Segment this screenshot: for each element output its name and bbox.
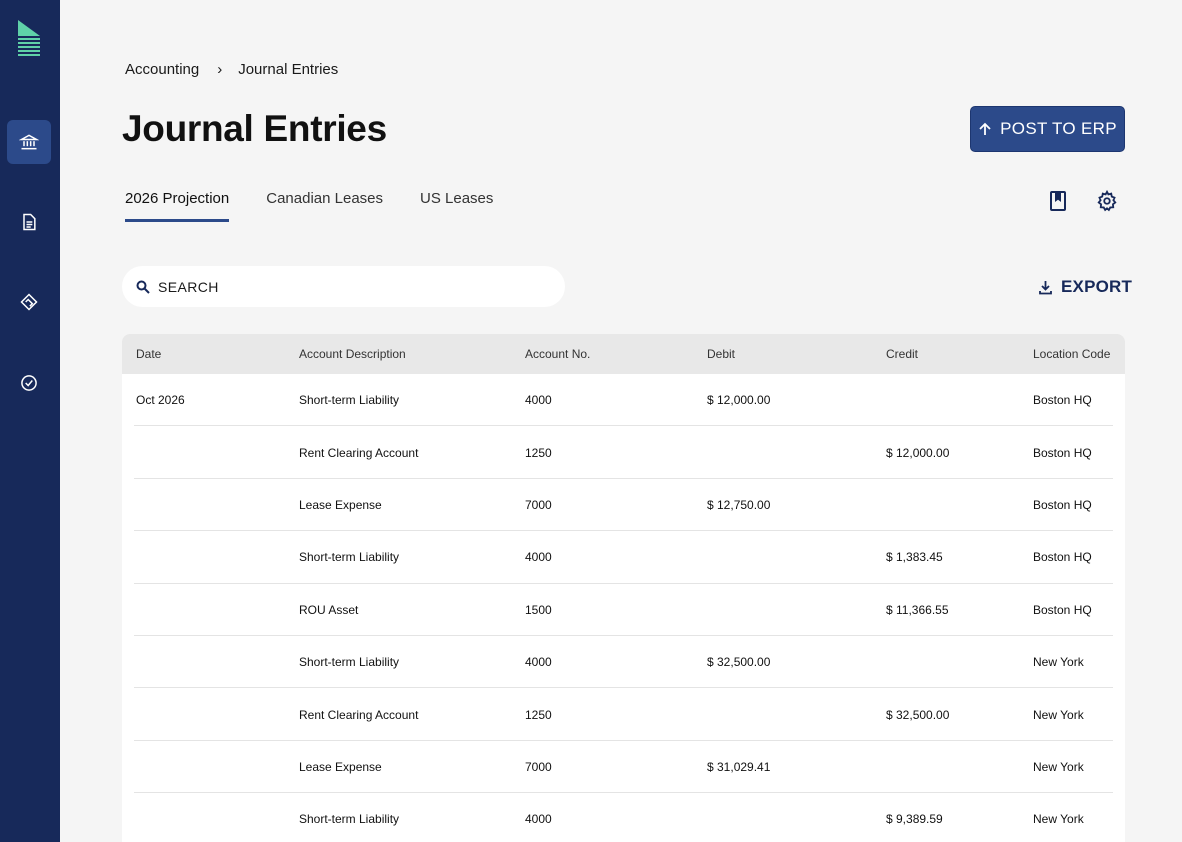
table-row[interactable]: Short-term Liability 4000 $ 9,389.59 New… — [122, 793, 1125, 842]
cell-account-description: Lease Expense — [299, 759, 382, 774]
cell-location-code: New York — [1033, 812, 1084, 827]
cell-account-no: 4000 — [525, 812, 552, 827]
search-icon — [136, 280, 150, 294]
cell-location-code: Boston HQ — [1033, 602, 1092, 617]
header-location-code[interactable]: Location Code — [1033, 347, 1110, 361]
table-row[interactable]: Short-term Liability 4000 $ 1,383.45 Bos… — [122, 531, 1125, 584]
cell-debit: $ 12,750.00 — [707, 497, 771, 512]
logo-icon — [18, 20, 40, 56]
book-icon — [1050, 191, 1066, 211]
table-row[interactable]: Oct 2026 Short-term Liability 4000 $ 12,… — [122, 374, 1125, 427]
search-box — [122, 266, 565, 307]
check-circle-icon — [21, 375, 37, 391]
arrow-up-icon — [979, 122, 991, 135]
table-row[interactable]: Short-term Liability 4000 $ 32,500.00 Ne… — [122, 636, 1125, 689]
cell-account-description: Short-term Liability — [299, 393, 400, 408]
tab-bar: 2026 Projection Canadian Leases US Lease… — [125, 190, 530, 222]
post-to-erp-label: POST TO ERP — [1000, 119, 1117, 138]
cell-account-description: Short-term Liability — [299, 550, 400, 565]
sidebar-item-leases[interactable] — [7, 280, 51, 324]
header-account-description[interactable]: Account Description — [299, 347, 406, 361]
cell-account-description: Lease Expense — [299, 497, 382, 512]
document-icon — [23, 213, 36, 231]
cell-account-no: 7000 — [525, 759, 552, 774]
settings-button[interactable] — [1094, 188, 1120, 214]
breadcrumb-separator: › — [217, 61, 223, 78]
bank-icon — [19, 134, 39, 150]
table-row[interactable]: Rent Clearing Account 1250 $ 12,000.00 B… — [122, 426, 1125, 480]
cell-account-description: Rent Clearing Account — [299, 707, 419, 722]
cell-location-code: New York — [1033, 655, 1084, 670]
table-row[interactable]: ROU Asset 1500 $ 11,366.55 Boston HQ — [122, 584, 1125, 637]
header-date[interactable]: Date — [136, 347, 161, 361]
cell-location-code: New York — [1033, 707, 1084, 722]
cell-account-description: ROU Asset — [299, 602, 359, 617]
header-credit[interactable]: Credit — [886, 347, 918, 361]
export-label: EXPORT — [1061, 277, 1133, 296]
cell-account-description: Short-term Liability — [299, 655, 400, 670]
cell-credit: $ 9,389.59 — [886, 812, 943, 827]
table-body: Oct 2026 Short-term Liability 4000 $ 12,… — [122, 374, 1125, 842]
cell-location-code: Boston HQ — [1033, 445, 1092, 460]
page-title: Journal Entries — [122, 108, 387, 149]
breadcrumb-current: Journal Entries — [238, 61, 339, 78]
export-button[interactable]: EXPORT — [1038, 277, 1132, 297]
table-row[interactable]: Lease Expense 7000 $ 31,029.41 New York — [122, 741, 1125, 794]
breadcrumb-accounting[interactable]: Accounting — [125, 61, 199, 78]
cell-account-no: 4000 — [525, 550, 552, 565]
handshake-icon — [20, 293, 38, 311]
sidebar-item-documents[interactable] — [7, 200, 51, 244]
gear-icon — [1097, 190, 1117, 212]
table-row[interactable]: Rent Clearing Account 1250 $ 32,500.00 N… — [122, 688, 1125, 742]
cell-account-no: 4000 — [525, 655, 552, 670]
cell-account-no: 7000 — [525, 497, 552, 512]
cell-credit: $ 1,383.45 — [886, 550, 943, 565]
cell-debit: $ 12,000.00 — [707, 393, 771, 408]
cell-account-description: Rent Clearing Account — [299, 445, 419, 460]
tab-canadian-leases[interactable]: Canadian Leases — [266, 190, 383, 222]
download-icon — [1039, 280, 1052, 294]
cell-credit: $ 32,500.00 — [886, 707, 950, 722]
cell-location-code: Boston HQ — [1033, 393, 1092, 408]
tab-2026-projection[interactable]: 2026 Projection — [125, 190, 230, 222]
cell-account-no: 4000 — [525, 393, 552, 408]
sidebar-item-accounting[interactable] — [7, 120, 51, 164]
sidebar-item-approvals[interactable] — [7, 361, 51, 405]
cell-account-no: 1500 — [525, 602, 552, 617]
post-to-erp-button[interactable]: POST TO ERP — [970, 106, 1125, 152]
search-input[interactable] — [158, 278, 538, 295]
header-debit[interactable]: Debit — [707, 347, 735, 361]
table-row[interactable]: Lease Expense 7000 $ 12,750.00 Boston HQ — [122, 479, 1125, 532]
journal-entries-table: Date Account Description Account No. Deb… — [122, 334, 1125, 842]
breadcrumb: Accounting › Journal Entries — [125, 61, 338, 78]
cell-account-no: 1250 — [525, 707, 552, 722]
cell-location-code: Boston HQ — [1033, 550, 1092, 565]
cell-account-no: 1250 — [525, 445, 552, 460]
cell-location-code: Boston HQ — [1033, 497, 1092, 512]
cell-location-code: New York — [1033, 759, 1084, 774]
cell-credit: $ 11,366.55 — [886, 602, 949, 617]
book-button[interactable] — [1045, 188, 1071, 214]
cell-date: Oct 2026 — [136, 393, 185, 408]
tab-us-leases[interactable]: US Leases — [420, 190, 493, 222]
cell-debit: $ 31,029.41 — [707, 759, 771, 774]
table-header: Date Account Description Account No. Deb… — [122, 334, 1125, 374]
cell-debit: $ 32,500.00 — [707, 655, 771, 670]
header-account-no[interactable]: Account No. — [525, 347, 590, 361]
cell-account-description: Short-term Liability — [299, 812, 400, 827]
sidebar — [0, 0, 60, 842]
cell-credit: $ 12,000.00 — [886, 445, 950, 460]
